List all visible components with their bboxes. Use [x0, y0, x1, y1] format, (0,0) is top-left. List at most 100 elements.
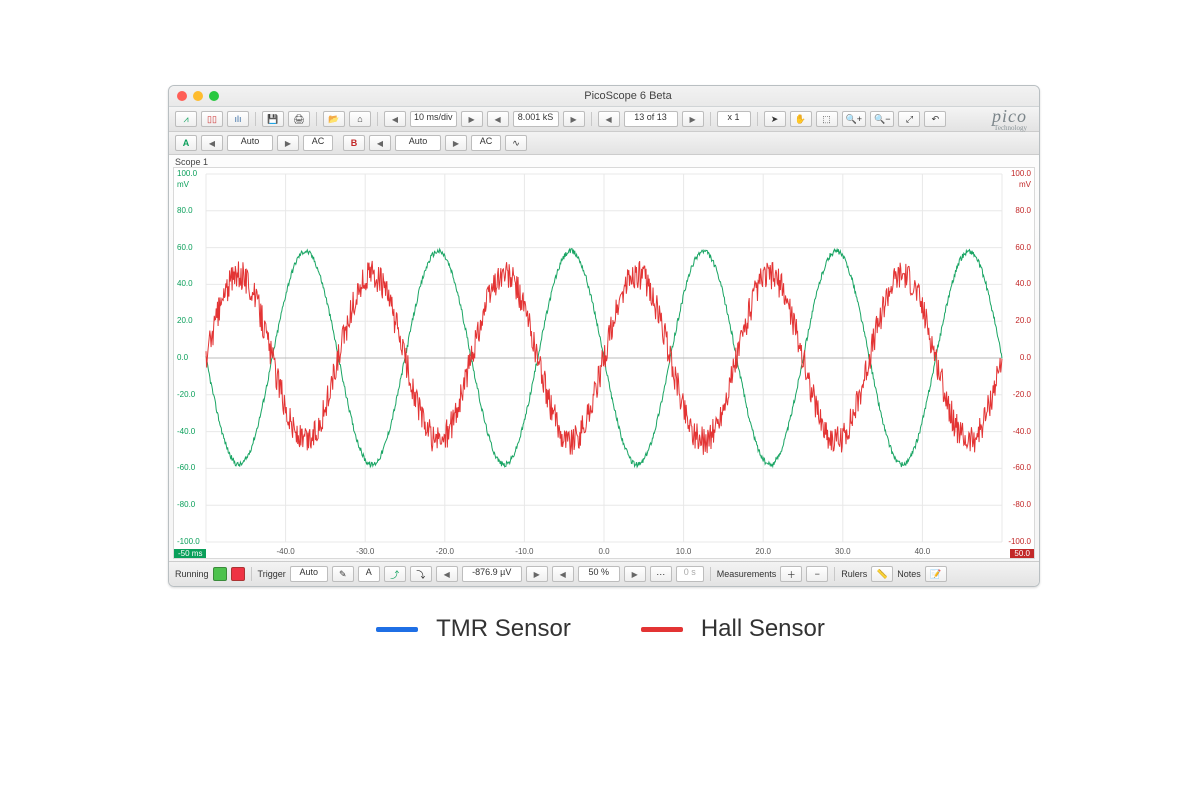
stop-button[interactable] [231, 567, 245, 581]
channel-b-range-prev-icon[interactable]: ◀ [369, 135, 391, 151]
minimize-icon[interactable] [193, 91, 203, 101]
y-tick-left: 0.0 [177, 353, 188, 362]
add-measurement-icon[interactable]: ＋ [780, 566, 802, 582]
zoom-x-input[interactable]: x 1 [717, 111, 751, 127]
trigger-settings-icon[interactable]: ✎ [332, 566, 354, 582]
notes-icon[interactable]: 📝 [925, 566, 947, 582]
trigger-level[interactable]: -876.9 µV [462, 566, 522, 582]
zoom-fit-icon[interactable]: ⤢ [898, 111, 920, 127]
y-tick-right: 20.0 [1015, 316, 1031, 325]
trigger-delay[interactable]: 0 s [676, 566, 704, 582]
channel-a-range-next-icon[interactable]: ▶ [277, 135, 299, 151]
time-end-label: 50.0 [1010, 549, 1034, 558]
zoom-in-icon[interactable]: 🔍+ [842, 111, 866, 127]
y-tick-right: -80.0 [1013, 500, 1031, 509]
zoom-sel-icon[interactable]: ⬚ [816, 111, 838, 127]
y-tick-left: 60.0 [177, 243, 193, 252]
status-bar: Running Trigger Auto ✎ A ⤴ ⤵ ◀ -876.9 µV… [169, 561, 1039, 586]
open-icon[interactable]: 📂 [323, 111, 345, 127]
main-toolbar: ⩘ ▯▯ ılı 💾 🖨 📂 ⌂ ◀ 10 ms/div ▶ ◀ 8.001 k… [169, 107, 1039, 132]
trigger-channel[interactable]: A [358, 566, 380, 582]
x-tick: -20.0 [436, 547, 454, 556]
legend-swatch-blue [376, 627, 418, 632]
y-tick-left: -100.0 [177, 537, 200, 546]
zoom-out-icon[interactable]: 🔍− [870, 111, 894, 127]
persistence-mode-icon[interactable]: ▯▯ [201, 111, 223, 127]
trigger-edge-falling-icon[interactable]: ⤵ [410, 566, 432, 582]
y-tick-right: -40.0 [1013, 427, 1031, 436]
titlebar: PicoScope 6 Beta [169, 86, 1039, 107]
scope-mode-icon[interactable]: ⩘ [175, 111, 197, 127]
buffer-next-icon[interactable]: ▶ [682, 111, 704, 127]
print-icon[interactable]: 🖨 [288, 111, 310, 127]
y-tick-right: -60.0 [1013, 463, 1031, 472]
y-tick-right: 100.0 [1011, 169, 1031, 178]
channel-a-button[interactable]: A [175, 135, 197, 151]
pointer-icon[interactable]: ➤ [764, 111, 786, 127]
y-tick-right: 40.0 [1015, 279, 1031, 288]
trigger-edge-rising-icon[interactable]: ⤴ [384, 566, 406, 582]
measurements-label: Measurements [717, 569, 777, 579]
close-icon[interactable] [177, 91, 187, 101]
timebase-next-icon[interactable]: ▶ [461, 111, 483, 127]
home-icon[interactable]: ⌂ [349, 111, 371, 127]
y-tick-right: 60.0 [1015, 243, 1031, 252]
y-tick-left: 80.0 [177, 206, 193, 215]
x-tick: -40.0 [276, 547, 294, 556]
y-tick-left: 20.0 [177, 316, 193, 325]
channel-b-coupling[interactable]: AC [471, 135, 501, 151]
trigger-level-next-icon[interactable]: ▶ [526, 566, 548, 582]
legend-hall-label: Hall Sensor [701, 615, 825, 643]
pretrigger-prev-icon[interactable]: ◀ [552, 566, 574, 582]
rulers-icon[interactable]: 📏 [871, 566, 893, 582]
x-tick: 20.0 [755, 547, 771, 556]
legend-tmr-label: TMR Sensor [436, 615, 571, 643]
x-tick: 10.0 [676, 547, 692, 556]
x-tick: 40.0 [915, 547, 931, 556]
trigger-options-icon[interactable]: ⋯ [650, 566, 672, 582]
window-title: PicoScope 6 Beta [225, 90, 1031, 102]
legend-swatch-red [641, 627, 683, 632]
samples-next-icon[interactable]: ▶ [563, 111, 585, 127]
trigger-mode[interactable]: Auto [290, 566, 328, 582]
y-tick-left: 100.0 [177, 169, 197, 178]
timebase-prev-icon[interactable]: ◀ [384, 111, 406, 127]
legend-item-tmr: TMR Sensor [376, 615, 571, 643]
waveform-plot[interactable]: 100.0 80.0 60.0 40.0 20.0 0.0 -20.0 -40.0 -60.0 -… [173, 167, 1035, 559]
channel-a-coupling[interactable]: AC [303, 135, 333, 151]
spectrum-mode-icon[interactable]: ılı [227, 111, 249, 127]
channel-b-range[interactable]: Auto [395, 135, 441, 151]
channel-toolbar: A ◀ Auto ▶ AC B ◀ Auto ▶ AC ∿ [169, 132, 1039, 155]
channel-b-button[interactable]: B [343, 135, 365, 151]
y-tick-right: 80.0 [1015, 206, 1031, 215]
channel-a-range-prev-icon[interactable]: ◀ [201, 135, 223, 151]
y-tick-left: 40.0 [177, 279, 193, 288]
buffer-position[interactable]: 13 of 13 [624, 111, 678, 127]
trigger-level-prev-icon[interactable]: ◀ [436, 566, 458, 582]
external-legend: TMR Sensor Hall Sensor [0, 615, 1201, 643]
samples-input[interactable]: 8.001 kS [513, 111, 559, 127]
run-button[interactable] [213, 567, 227, 581]
maximize-icon[interactable] [209, 91, 219, 101]
time-start-label: -50 ms [174, 549, 206, 558]
samples-prev-icon[interactable]: ◀ [487, 111, 509, 127]
y-tick-right: -20.0 [1013, 390, 1031, 399]
hand-icon[interactable]: ✋ [790, 111, 812, 127]
x-tick: 30.0 [835, 547, 851, 556]
unit-left: mV [177, 180, 189, 189]
remove-measurement-icon[interactable]: − [806, 566, 828, 582]
save-icon[interactable]: 💾 [262, 111, 284, 127]
signal-gen-icon[interactable]: ∿ [505, 135, 527, 151]
unit-right: mV [1019, 180, 1031, 189]
y-tick-left: -60.0 [177, 463, 195, 472]
pretrigger[interactable]: 50 % [578, 566, 620, 582]
buffer-prev-icon[interactable]: ◀ [598, 111, 620, 127]
pretrigger-next-icon[interactable]: ▶ [624, 566, 646, 582]
notes-label: Notes [897, 569, 921, 579]
channel-a-range[interactable]: Auto [227, 135, 273, 151]
rulers-label: Rulers [841, 569, 867, 579]
undo-icon[interactable]: ↶ [924, 111, 946, 127]
timebase-input[interactable]: 10 ms/div [410, 111, 457, 127]
x-tick: 0.0 [598, 547, 609, 556]
channel-b-range-next-icon[interactable]: ▶ [445, 135, 467, 151]
